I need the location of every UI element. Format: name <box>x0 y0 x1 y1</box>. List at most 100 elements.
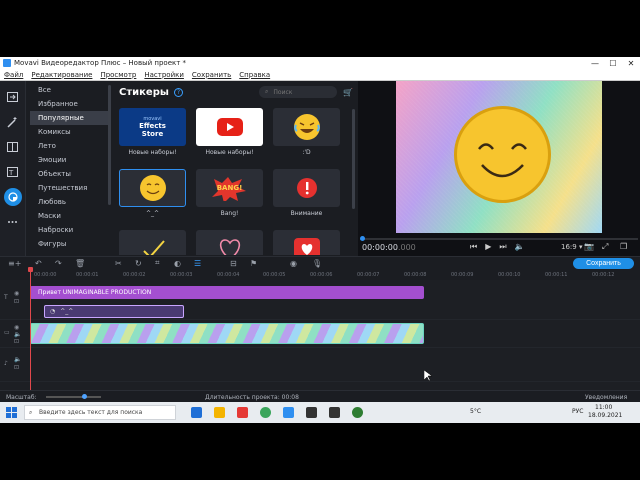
chrome-icon[interactable] <box>352 407 363 418</box>
color-adjust-icon[interactable]: ◐ <box>174 259 181 268</box>
lock-icon[interactable]: ⊡ <box>14 364 38 371</box>
clock-date[interactable]: 18.09.2021 <box>588 412 622 419</box>
skip-back-icon[interactable]: ⏮ <box>470 242 477 252</box>
smile-emoji-icon <box>139 175 166 201</box>
category-item[interactable]: Маски <box>30 209 110 223</box>
sticker-attention[interactable]: Внимание <box>273 169 340 226</box>
menu-file[interactable]: Файл <box>4 71 23 79</box>
stickers-icon[interactable] <box>3 188 22 206</box>
categories-scrollbar[interactable] <box>108 85 111 205</box>
heart-outline-icon <box>219 239 240 255</box>
task-view-icon[interactable] <box>191 407 202 418</box>
sticker-sketch[interactable] <box>119 230 186 255</box>
menu-view[interactable]: Просмотр <box>100 71 136 79</box>
category-item[interactable]: Наброски <box>30 223 110 237</box>
category-item[interactable]: Лето <box>30 139 110 153</box>
title-clip[interactable]: Привет UNIMAGINABLE PRODUCTION <box>30 286 424 299</box>
ruler-tick: 00:00:04 <box>217 272 240 278</box>
record-icon[interactable]: ◉ <box>290 259 297 268</box>
fullscreen-icon[interactable]: ⤢ <box>602 242 608 252</box>
timeline-toolbar: ≡+ ↶ ↷ 🗑 ✂ ↻ ⌗ ◐ ☰ ⊟ ⚑ ◉ 🎙 Сохранить <box>0 256 640 269</box>
transitions-icon[interactable] <box>4 138 22 156</box>
stickers-title: Стикеры <box>119 86 169 98</box>
sticker-bang[interactable]: BANG! Bang! <box>196 169 263 226</box>
app-icon[interactable] <box>283 407 294 418</box>
detach-preview-icon[interactable]: ❐ <box>620 242 627 251</box>
category-item[interactable]: Объекты <box>30 167 110 181</box>
snapshot-icon[interactable]: 📷 <box>584 242 594 251</box>
cart-icon[interactable]: 🛒 <box>343 88 353 97</box>
close-button[interactable]: ✕ <box>622 59 640 68</box>
menu-edit[interactable]: Редактирование <box>31 71 92 79</box>
clock-time[interactable]: 11:00 <box>595 404 612 411</box>
movavi-icon[interactable] <box>306 407 317 418</box>
delete-icon[interactable]: 🗑 <box>75 259 85 268</box>
minimize-button[interactable]: — <box>586 59 604 68</box>
category-item[interactable]: Комиксы <box>30 125 110 139</box>
sticker-search-input[interactable]: ⌕ Поиск <box>259 86 338 98</box>
step-forward-icon[interactable]: ⏭ <box>499 242 506 252</box>
sticker-heart-badge[interactable] <box>273 230 340 255</box>
whatsapp-icon[interactable] <box>260 407 271 418</box>
add-track-icon[interactable]: ≡+ <box>8 259 21 268</box>
timeline-playhead[interactable] <box>28 267 33 392</box>
windows-start-icon[interactable] <box>6 407 17 418</box>
menu-settings[interactable]: Настройки <box>144 71 184 79</box>
timeline-ruler[interactable]: 00:00:00 00:00:01 00:00:02 00:00:03 00:0… <box>0 270 640 280</box>
ruler-tick: 00:00:05 <box>263 272 286 278</box>
category-item[interactable]: Любовь <box>30 195 110 209</box>
sticker-smile[interactable]: ^_^ <box>119 169 186 226</box>
microphone-icon[interactable]: 🎙 <box>312 259 322 268</box>
aspect-ratio-select[interactable]: 16:9 ▾ <box>561 243 582 251</box>
category-item[interactable]: Путешествия <box>30 181 110 195</box>
preview-scrubber[interactable] <box>360 236 638 241</box>
import-icon[interactable] <box>4 88 22 106</box>
category-item-selected[interactable]: Популярные <box>30 111 110 125</box>
cut-icon[interactable]: ✂ <box>115 259 122 268</box>
help-icon[interactable]: ? <box>173 87 183 97</box>
crop-icon[interactable]: ⌗ <box>155 258 160 268</box>
stickers-scrollbar[interactable] <box>352 109 355 209</box>
windows-taskbar: ⌕ Введите здесь текст для поиска 5°C РУС… <box>0 402 640 423</box>
lock-icon[interactable]: ⊡ <box>14 298 38 305</box>
weather-temperature[interactable]: 5°C <box>470 408 481 415</box>
yandex-browser-icon[interactable] <box>237 407 248 418</box>
undo-icon[interactable]: ↶ <box>35 259 42 268</box>
sticker-youtube[interactable]: Новые наборы! <box>196 108 263 165</box>
zoom-slider[interactable] <box>46 394 101 399</box>
clip-properties-icon[interactable]: ☰ <box>194 259 201 268</box>
sticker-clip[interactable]: ◔ ^_^ <box>44 305 184 318</box>
preview-canvas[interactable] <box>396 81 602 233</box>
category-item[interactable]: Фигуры <box>30 237 110 251</box>
notifications-link[interactable]: Уведомления <box>585 394 627 401</box>
sticker-heart-outline[interactable] <box>196 230 263 255</box>
play-icon[interactable]: ▶ <box>485 242 491 252</box>
maximize-button[interactable]: ☐ <box>604 59 622 68</box>
movavi-video-icon[interactable] <box>329 407 340 418</box>
video-clip[interactable] <box>30 323 424 344</box>
sticker-laugh[interactable]: :'D <box>273 108 340 165</box>
category-item[interactable]: Избранное <box>30 97 110 111</box>
category-item[interactable]: Эмоции <box>30 153 110 167</box>
rotate-icon[interactable]: ↻ <box>135 259 142 268</box>
language-indicator[interactable]: РУС <box>572 408 583 415</box>
marker-icon[interactable]: ⚑ <box>250 259 257 268</box>
mouse-cursor-icon <box>424 370 432 382</box>
menu-help[interactable]: Справка <box>239 71 270 79</box>
category-item[interactable]: Все <box>30 83 110 97</box>
magic-wand-icon[interactable] <box>4 113 22 131</box>
taskbar-search-input[interactable]: ⌕ Введите здесь текст для поиска <box>24 405 176 420</box>
redo-icon[interactable]: ↷ <box>55 259 62 268</box>
title-bar: Movavi Видеоредактор Плюс – Новый проект… <box>0 57 640 69</box>
mute-icon[interactable]: 🔈 <box>14 356 38 363</box>
clip-audio-icon[interactable]: ⊟ <box>230 259 237 268</box>
smile-sticker-preview[interactable] <box>454 106 551 203</box>
ruler-tick: 00:00:07 <box>357 272 380 278</box>
sticker-effects-store[interactable]: movavi Effects Store Новые наборы! <box>119 108 186 165</box>
menu-save[interactable]: Сохранить <box>192 71 231 79</box>
file-explorer-icon[interactable] <box>214 407 225 418</box>
save-button[interactable]: Сохранить <box>573 258 634 269</box>
titles-icon[interactable]: T <box>4 163 22 181</box>
more-tools-icon[interactable] <box>4 213 22 231</box>
volume-icon[interactable]: 🔈 <box>515 242 525 252</box>
